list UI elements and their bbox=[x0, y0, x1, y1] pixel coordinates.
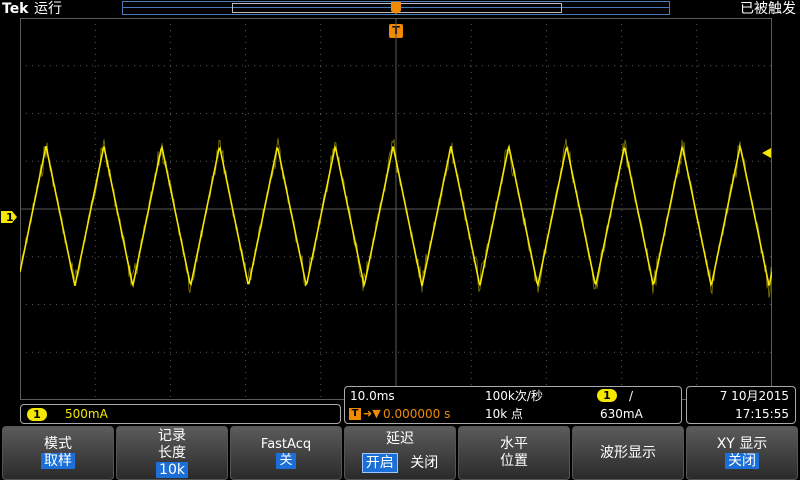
datetime-status: 7 10月2015 17:15:55 bbox=[686, 386, 796, 424]
brand-logo: Tek bbox=[2, 1, 29, 17]
trigger-level-arrow-icon[interactable] bbox=[760, 147, 772, 159]
trigger-delay-icon: T bbox=[349, 408, 361, 420]
graticule-lines bbox=[20, 18, 772, 400]
horizontal-position-button[interactable]: 水平 位置 bbox=[458, 426, 570, 480]
mode-button[interactable]: 模式 取样 bbox=[2, 426, 114, 480]
delay-value: 0.000000 s bbox=[383, 407, 451, 421]
waveform-graticule bbox=[20, 18, 772, 400]
timebase: 10.0ms bbox=[350, 389, 395, 403]
xy-display-value: 关闭 bbox=[725, 453, 759, 469]
bottom-menu: 模式 取样 记录 长度 10k FastAcq 关 延迟 开启 关闭 水平 位置… bbox=[0, 426, 800, 480]
run-state: 运行 bbox=[34, 1, 62, 17]
xy-display-button[interactable]: XY 显示 关闭 bbox=[686, 426, 798, 480]
top-status-bar: Tek 运行 已被触发 bbox=[0, 0, 800, 18]
trigger-position-indicator-icon bbox=[391, 2, 401, 14]
channel1-status[interactable]: 1 500mA bbox=[20, 404, 341, 424]
record-length-button[interactable]: 记录 长度 10k bbox=[116, 426, 228, 480]
trigger-level: 630mA bbox=[600, 407, 643, 421]
trigger-state: 已被触发 bbox=[740, 1, 796, 17]
record-length-value: 10k bbox=[156, 462, 188, 478]
horizontal-status[interactable]: 10.0ms T ➜▼ 0.000000 s 100k次/秒 10k 点 1 /… bbox=[344, 386, 682, 424]
mode-value: 取样 bbox=[41, 453, 75, 469]
fastacq-value: 关 bbox=[276, 453, 296, 469]
trigger-source-badge: 1 bbox=[597, 389, 617, 402]
sample-rate: 100k次/秒 bbox=[485, 389, 543, 403]
channel1-ground-marker-icon[interactable]: 1 bbox=[0, 209, 18, 225]
date: 7 10月2015 bbox=[719, 389, 789, 403]
channel1-scale: 500mA bbox=[65, 407, 108, 421]
channel1-badge: 1 bbox=[27, 408, 47, 421]
record-points: 10k 点 bbox=[485, 407, 524, 421]
waveform-display-button[interactable]: 波形显示 bbox=[572, 426, 684, 480]
delay-on-option[interactable]: 开启 bbox=[361, 453, 398, 473]
delay-off-option[interactable]: 关闭 bbox=[410, 455, 438, 471]
delay-arrow-icon: ➜▼ bbox=[363, 407, 381, 420]
delay-button[interactable]: 延迟 开启 关闭 bbox=[344, 426, 456, 480]
time: 17:15:55 bbox=[735, 407, 789, 421]
trigger-slope: / bbox=[629, 389, 634, 403]
svg-text:1: 1 bbox=[6, 211, 14, 224]
fastacq-button[interactable]: FastAcq 关 bbox=[230, 426, 342, 480]
